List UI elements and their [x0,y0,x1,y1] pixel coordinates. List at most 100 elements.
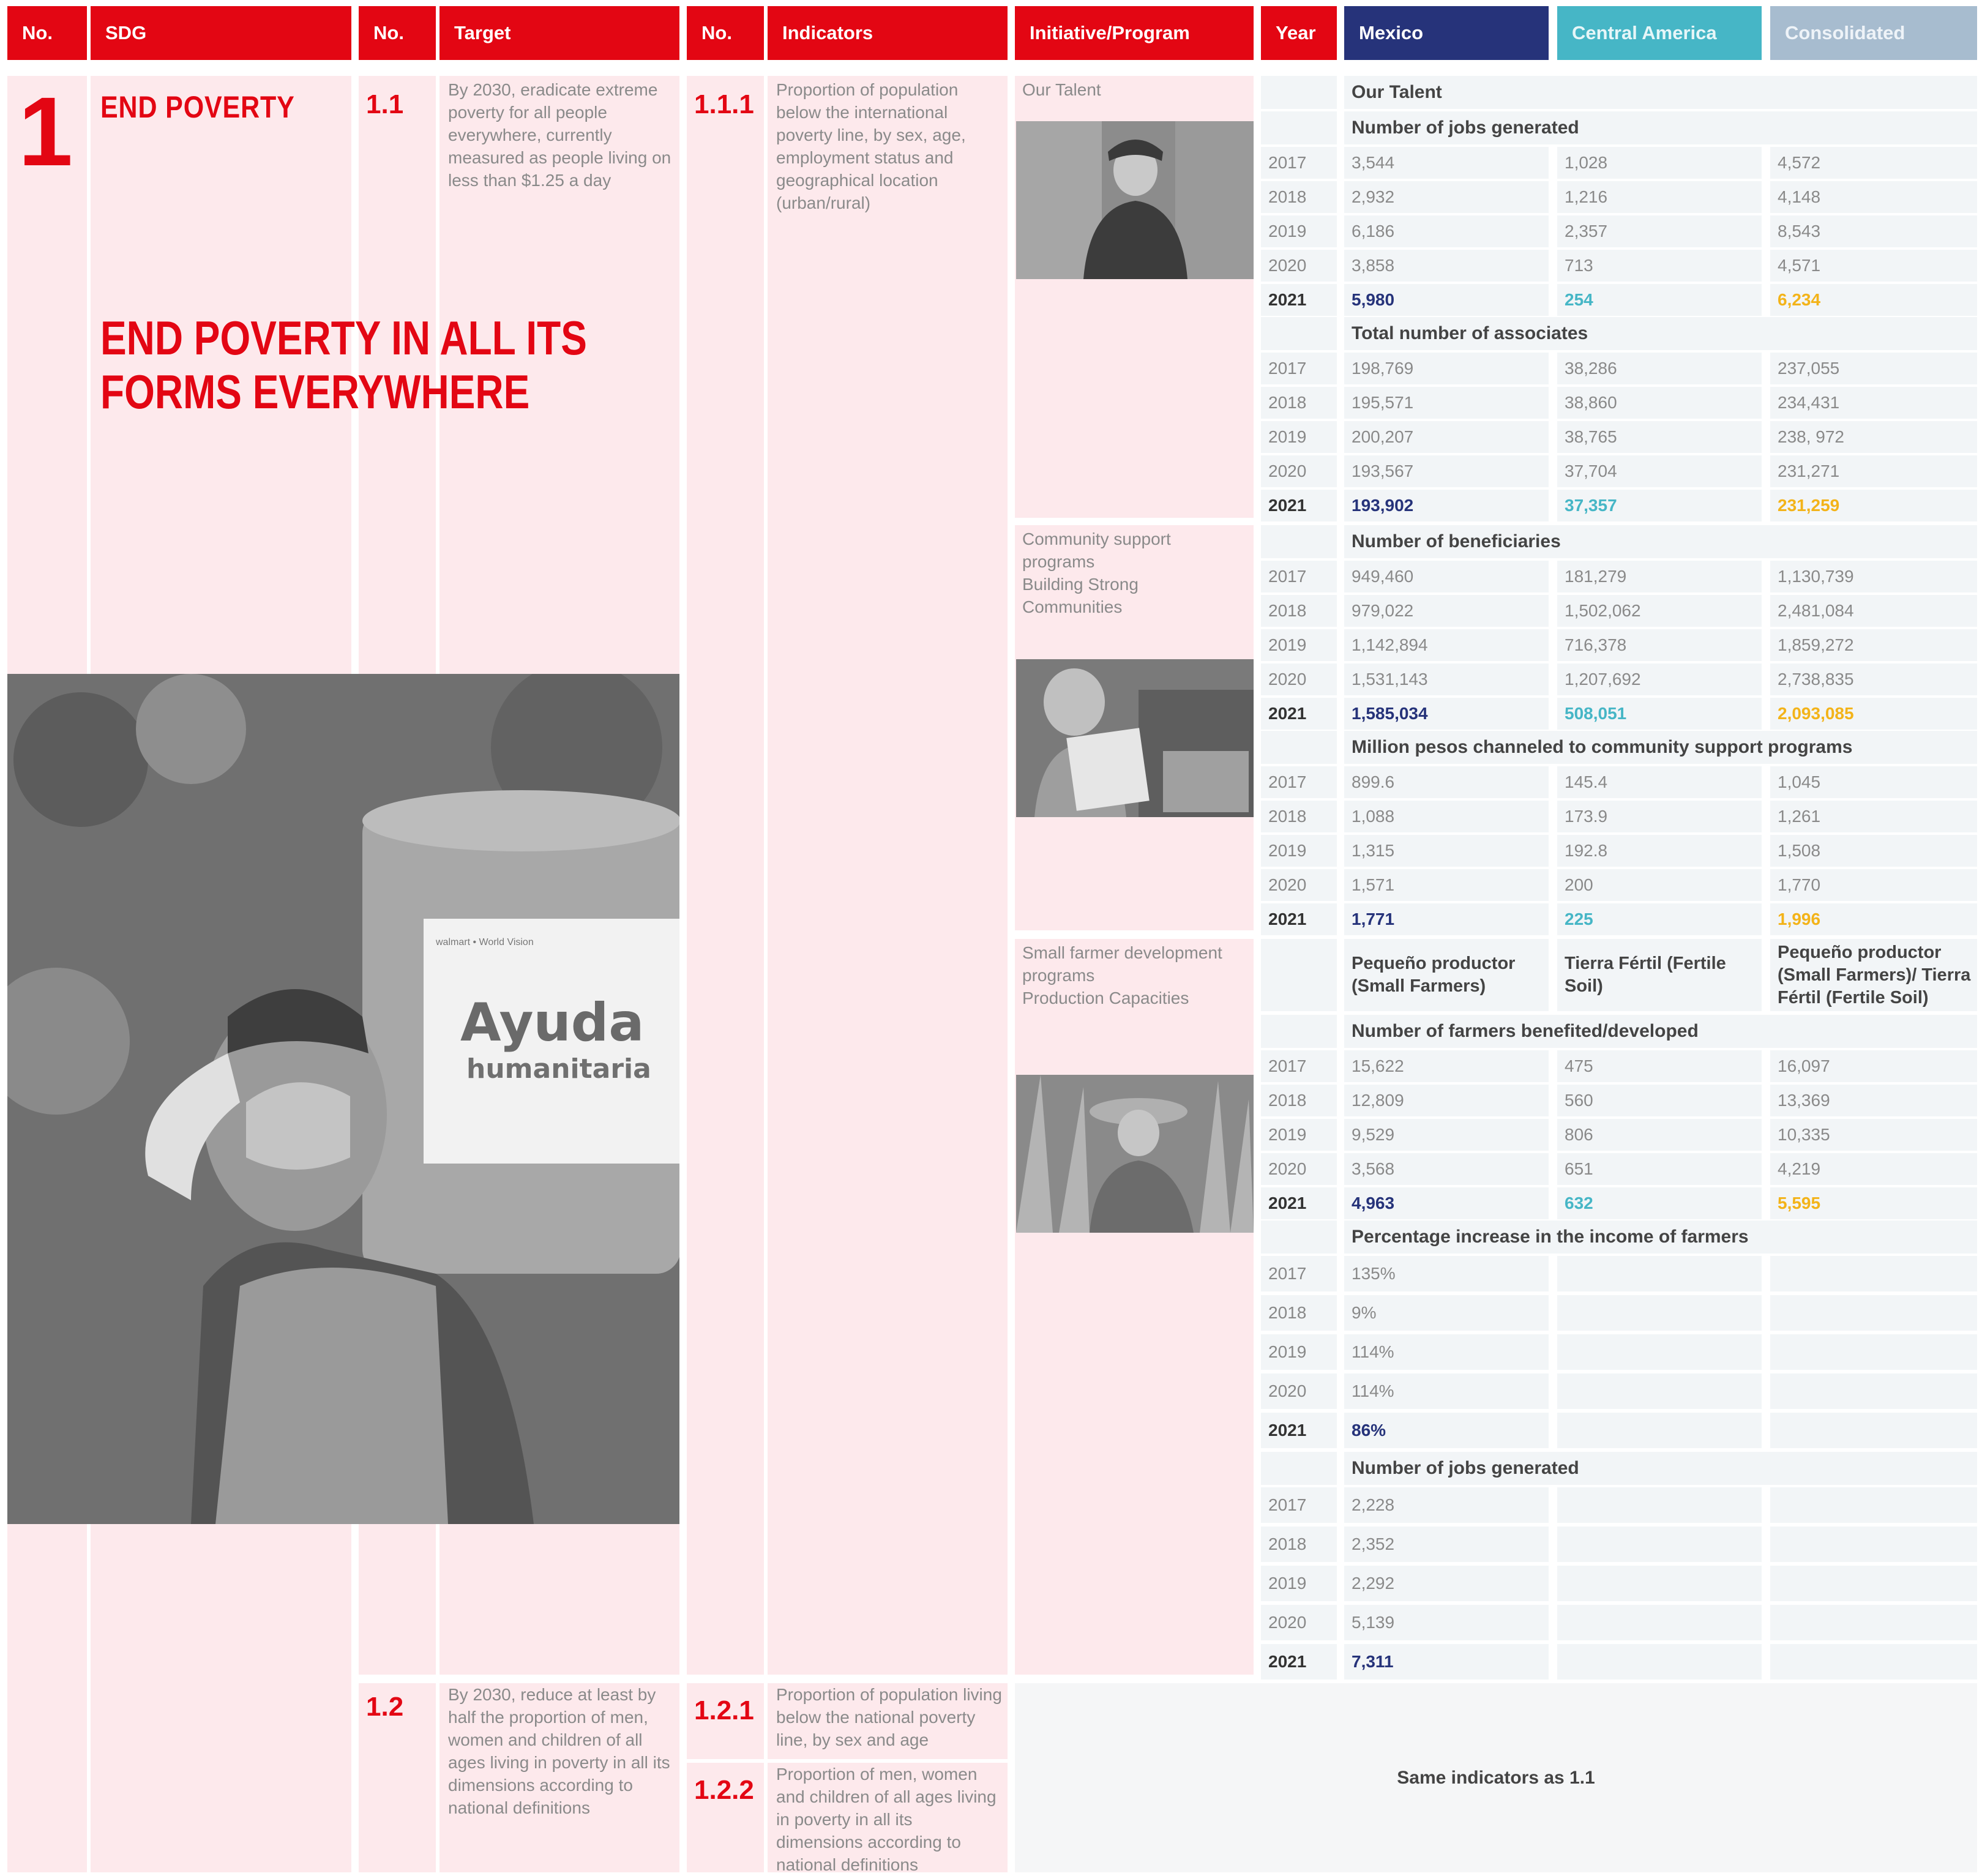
our-talent-title-year-blank [1261,76,1337,109]
pesos-row-value: 145.4 [1557,766,1762,798]
target-no-1-2: 1.2 [366,1692,404,1722]
beneficiaries-row-value: 2,481,084 [1770,595,1977,627]
associate-photo-illustration [1016,121,1254,279]
farmer-jobs-row-value [1557,1527,1762,1562]
beneficiaries-row-year: 2019 [1261,629,1337,661]
associates-row-value: 237,055 [1770,353,1977,384]
beneficiaries-row-value: 1,207,692 [1557,663,1762,695]
jobs-row-year: 2017 [1261,147,1337,179]
farmer-jobs-row-year: 2021 [1261,1644,1337,1680]
initiative-talent-label: Our Talent [1022,80,1101,99]
farmers-row-value: 4,963 [1344,1187,1549,1219]
jobs-row-value: 4,572 [1770,147,1977,179]
header-indicators: Indicators [768,6,1008,60]
header-initiative: Initiative/Program [1015,6,1254,60]
indicator-no-column-1 [687,76,764,1675]
pesos-row-value: 1,315 [1344,835,1549,867]
farmers-row-value: 560 [1557,1085,1762,1116]
farmers-row-value: 475 [1557,1050,1762,1082]
associates-row-value: 38,286 [1557,353,1762,384]
income-title-year-blank [1261,1220,1337,1254]
pesos-row-year: 2019 [1261,835,1337,867]
beneficiaries-row-value: 2,738,835 [1770,663,1977,695]
farmers-row-value: 12,809 [1344,1085,1549,1116]
pesos-row-value: 1,045 [1770,766,1977,798]
associates-row-value: 38,765 [1557,421,1762,453]
beneficiaries-row-value: 1,859,272 [1770,629,1977,661]
farmer-jobs-row-value: 2,228 [1344,1487,1549,1523]
farmer-photo [1016,1075,1254,1233]
farmer-jobs-row-value [1770,1644,1977,1680]
header-target: Target [439,6,679,60]
community-line-4: Communities [1022,597,1123,616]
jobs-row-value: 3,544 [1344,147,1549,179]
farmers-row-year: 2021 [1261,1187,1337,1219]
income-row-year: 2021 [1261,1413,1337,1448]
farmers-row-year: 2017 [1261,1050,1337,1082]
associate-photo [1016,121,1254,279]
farmer-column-header: Pequeño productor (Small Farmers)/ Tierr… [1770,939,1977,1011]
farmer-line-2: programs [1022,966,1095,985]
income-row-value [1557,1256,1762,1291]
farmers-title: Number of farmers benefited/developed [1344,1015,1977,1048]
beneficiaries-row-value: 2,093,085 [1770,698,1977,730]
income-row-value [1770,1334,1977,1370]
bucket-label-ayuda: Ayuda [460,992,645,1053]
child-photo-illustration [1016,659,1254,817]
farmers-row-value: 632 [1557,1187,1762,1219]
farmers-row-value: 806 [1557,1119,1762,1151]
pesos-row-value: 225 [1557,903,1762,935]
pesos-row-value: 1,770 [1770,869,1977,901]
associates-row-value: 193,567 [1344,455,1549,487]
farmer-jobs-row-value: 5,139 [1344,1605,1549,1640]
woman-with-bucket-photo: Ayuda humanitaria walmart • World Vision [7,674,679,1524]
farmers-row-value: 3,568 [1344,1153,1549,1185]
pesos-row-value: 1,088 [1344,801,1549,832]
header-no-target: No. [359,6,436,60]
associates-row-year: 2017 [1261,353,1337,384]
header-consolidated: Consolidated [1770,6,1977,60]
farmers-row-value: 15,622 [1344,1050,1549,1082]
pesos-row-value: 1,996 [1770,903,1977,935]
associates-row-year: 2021 [1261,490,1337,521]
associates-row-value: 231,271 [1770,455,1977,487]
header-sdg: SDG [91,6,351,60]
farmer-jobs-row-year: 2017 [1261,1487,1337,1523]
associates-row-year: 2020 [1261,455,1337,487]
jobs-row-value: 5,980 [1344,284,1549,316]
income-row-value: 114% [1344,1334,1549,1370]
income-row-value [1557,1413,1762,1448]
indicator-no-1-1-1: 1.1.1 [694,89,754,119]
income-row-value [1557,1334,1762,1370]
target-text-1-2: By 2030, reduce at least by half the pro… [448,1685,670,1817]
associates-row-year: 2018 [1261,387,1337,419]
beneficiaries-row-value: 949,460 [1344,561,1549,592]
farmer-jobs-row-value [1770,1566,1977,1601]
bucket-logos: walmart • World Vision [436,937,534,947]
indicator-column-1 [768,76,1008,1675]
beneficiaries-row-year: 2018 [1261,595,1337,627]
jobs-row-value: 1,028 [1557,147,1762,179]
initiative-community-label: Community support programs Building Stro… [1022,528,1171,618]
bucket-label-humanitaria: humanitaria [466,1053,651,1085]
beneficiaries-row-value: 1,502,062 [1557,595,1762,627]
beneficiaries-row-value: 979,022 [1344,595,1549,627]
pesos-row-value: 1,261 [1770,801,1977,832]
jobs-row-year: 2019 [1261,215,1337,247]
pesos-row-year: 2018 [1261,801,1337,832]
beneficiaries-row-year: 2021 [1261,698,1337,730]
beneficiaries-row-year: 2017 [1261,561,1337,592]
initiative-cell-farmer [1015,939,1254,1675]
associates-title-year-blank [1261,317,1337,350]
associates-title: Total number of associates [1344,317,1977,350]
farmers-row-year: 2018 [1261,1085,1337,1116]
farmer-jobs-row-value [1557,1644,1762,1680]
pesos-row-year: 2021 [1261,903,1337,935]
jobs-row-value: 8,543 [1770,215,1977,247]
pesos-row-year: 2017 [1261,766,1337,798]
indicator-no-1-2-1: 1.2.1 [694,1695,754,1725]
initiative-farmer-label: Small farmer development programs Produc… [1022,941,1222,1009]
jobs-row-value: 4,571 [1770,250,1977,282]
jobs-row-value: 4,148 [1770,181,1977,213]
associates-row-value: 195,571 [1344,387,1549,419]
